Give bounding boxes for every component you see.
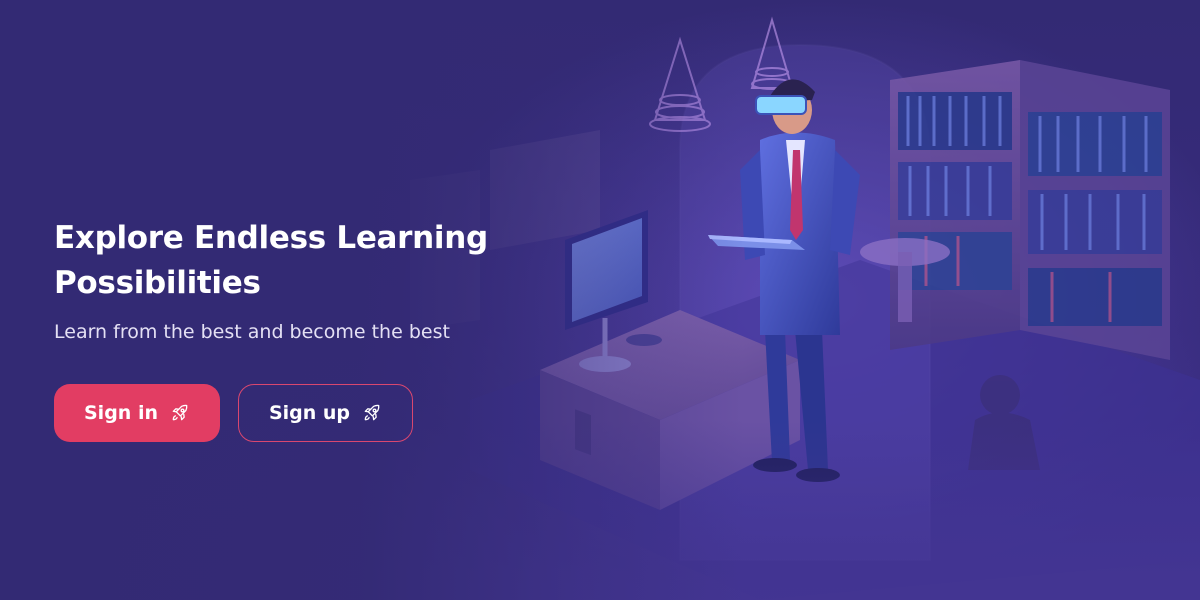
hero-subtitle: Learn from the best and become the best xyxy=(54,321,450,343)
hero-title-line-1: Explore Endless Learning xyxy=(54,220,488,256)
hero-title-line-2: Possibilities xyxy=(54,265,261,301)
hero-actions: Sign in Sign up xyxy=(54,384,534,442)
sign-up-label: Sign up xyxy=(268,402,351,424)
rocket-icon xyxy=(362,403,382,423)
sign-in-button[interactable]: Sign in xyxy=(54,384,220,442)
hero-content: Explore Endless Learning Possibilities L… xyxy=(54,216,534,442)
hero-title: Explore Endless Learning Possibilities xyxy=(54,216,534,306)
sign-in-label: Sign in xyxy=(84,402,158,424)
rocket-icon xyxy=(170,403,190,423)
hero-banner: Explore Endless Learning Possibilities L… xyxy=(0,0,1200,600)
sign-up-button[interactable]: Sign up xyxy=(238,384,413,442)
